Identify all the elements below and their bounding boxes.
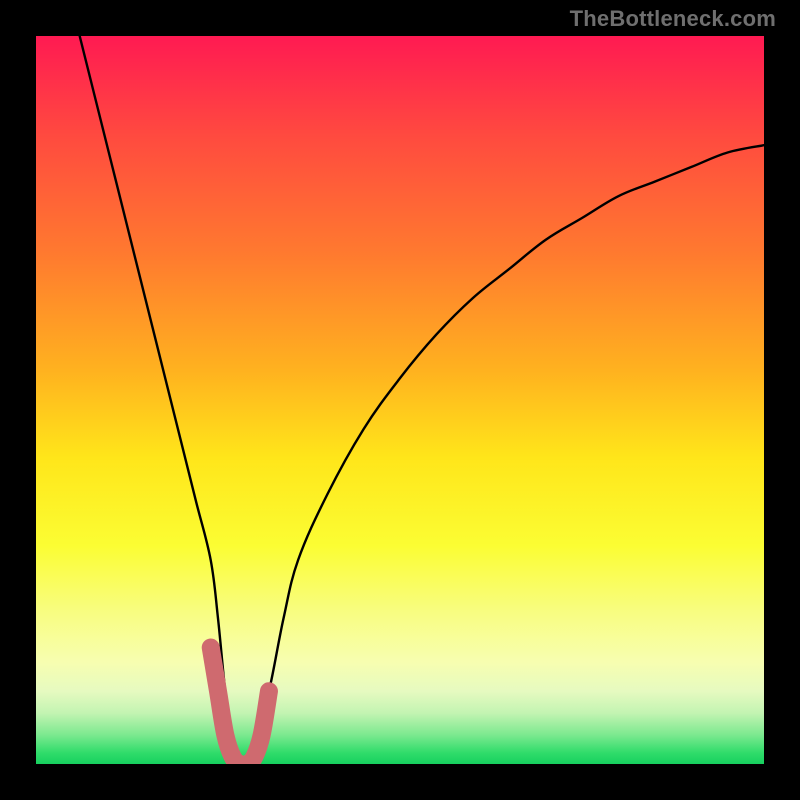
highlight-segment [211, 648, 269, 764]
plot-area [36, 36, 764, 764]
watermark-text: TheBottleneck.com [570, 6, 776, 32]
chart-frame: TheBottleneck.com [0, 0, 800, 800]
curve-layer [36, 36, 764, 764]
bottleneck-curve [80, 36, 764, 764]
